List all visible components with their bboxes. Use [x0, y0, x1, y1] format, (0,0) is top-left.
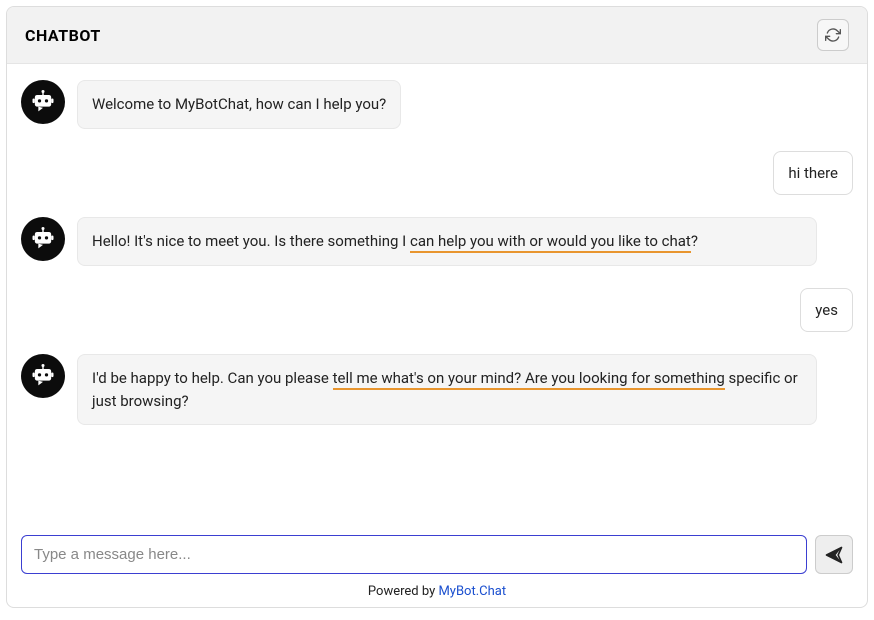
- footer-link[interactable]: MyBot.Chat: [438, 584, 506, 599]
- footer-text: Powered by: [368, 584, 439, 599]
- footer: Powered by MyBot.Chat: [7, 580, 867, 607]
- message-input[interactable]: [21, 535, 807, 574]
- bot-avatar: [21, 80, 65, 124]
- send-icon: [824, 545, 844, 565]
- text-plain: I'd be happy to help. Can you please: [92, 369, 333, 387]
- bot-message: Welcome to MyBotChat, how can I help you…: [77, 80, 401, 129]
- message-row-user: hi there: [21, 151, 853, 196]
- chat-title: CHATBOT: [25, 26, 101, 45]
- bot-message: Hello! It's nice to meet you. Is there s…: [77, 217, 817, 266]
- messages-list: Welcome to MyBotChat, how can I help you…: [7, 64, 867, 525]
- text-highlight: can help you with or would you like to c…: [410, 232, 691, 253]
- input-area: [7, 525, 867, 580]
- bot-avatar: [21, 354, 65, 398]
- send-button[interactable]: [815, 535, 853, 574]
- robot-icon: [29, 362, 57, 390]
- refresh-icon: [825, 27, 841, 43]
- user-message: hi there: [773, 151, 853, 196]
- text-plain: ?: [691, 232, 698, 250]
- bot-message: I'd be happy to help. Can you please tel…: [77, 354, 817, 425]
- user-message: yes: [800, 288, 853, 333]
- robot-icon: [29, 88, 57, 116]
- message-row-user: yes: [21, 288, 853, 333]
- text-highlight: tell me what's on your mind? Are you loo…: [333, 369, 725, 390]
- message-row-bot: Hello! It's nice to meet you. Is there s…: [21, 217, 853, 266]
- message-row-bot: I'd be happy to help. Can you please tel…: [21, 354, 853, 425]
- chat-window: CHATBOT We: [6, 6, 868, 608]
- refresh-button[interactable]: [817, 19, 849, 51]
- message-row-bot: Welcome to MyBotChat, how can I help you…: [21, 80, 853, 129]
- robot-icon: [29, 225, 57, 253]
- bot-avatar: [21, 217, 65, 261]
- chat-header: CHATBOT: [7, 7, 867, 64]
- text-plain: Hello! It's nice to meet you. Is there s…: [92, 232, 410, 250]
